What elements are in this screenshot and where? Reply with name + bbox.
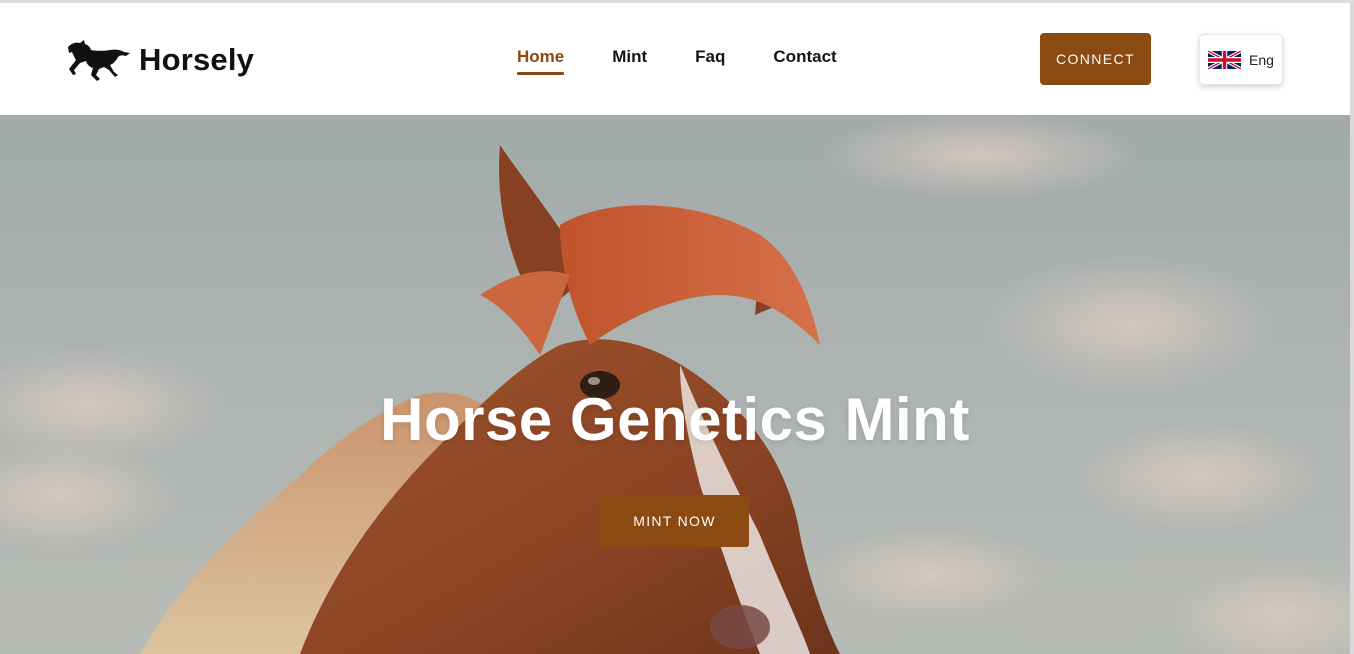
brand-name: Horsely [139, 42, 255, 77]
uk-flag-icon [1208, 50, 1241, 69]
site-header: Horsely Home Mint Faq Contact CONNECT En… [0, 3, 1350, 115]
running-horse-icon [68, 40, 130, 81]
page-scrollbar[interactable] [1350, 3, 1354, 654]
main-nav: Home Mint Faq Contact [517, 45, 885, 75]
language-label: Eng [1249, 51, 1274, 68]
hero-section: Horse Genetics Mint MINT NOW [0, 115, 1350, 654]
hero-title: Horse Genetics Mint [380, 386, 970, 453]
nav-item-contact[interactable]: Contact [773, 45, 836, 73]
nav-item-mint[interactable]: Mint [612, 45, 647, 73]
nav-item-home[interactable]: Home [517, 45, 565, 75]
page: Horsely Home Mint Faq Contact CONNECT En… [0, 0, 1354, 654]
mint-now-button[interactable]: MINT NOW [600, 495, 749, 547]
nav-item-faq[interactable]: Faq [695, 45, 725, 73]
brand-logo-link[interactable]: Horsely [66, 36, 254, 84]
connect-button[interactable]: CONNECT [1040, 33, 1151, 85]
language-selector[interactable]: Eng [1199, 34, 1283, 85]
